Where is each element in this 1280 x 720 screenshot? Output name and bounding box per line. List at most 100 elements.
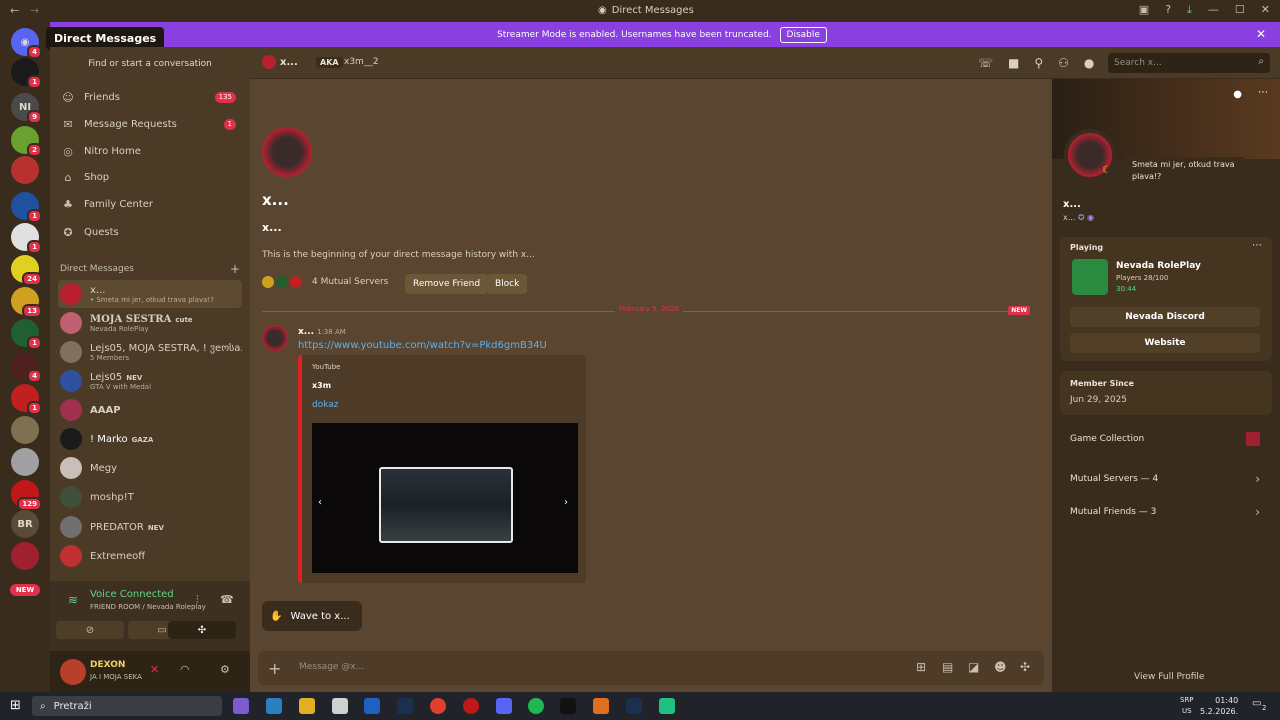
server-icon[interactable]	[11, 448, 39, 476]
server-icon[interactable]	[11, 542, 39, 570]
server-icon[interactable]	[11, 416, 39, 444]
nav-message-requests[interactable]: ✉ Message Requests 1	[58, 112, 242, 136]
nav-nitro-home[interactable]: ◎ Nitro Home	[58, 139, 242, 163]
steam-icon[interactable]	[397, 698, 413, 714]
add-friend-icon[interactable]: ●	[1233, 89, 1242, 100]
view-full-profile-link[interactable]: View Full Profile	[1134, 672, 1204, 682]
server-icon[interactable]: 1	[11, 319, 42, 350]
create-dm-icon[interactable]: +	[230, 262, 240, 276]
message-author[interactable]: x...	[298, 327, 314, 337]
user-avatar[interactable]	[60, 659, 86, 685]
message-input[interactable]: Message @x...	[299, 662, 364, 672]
dm-item[interactable]: ! Marko GAZA	[58, 425, 242, 453]
noise-suppression-icon[interactable]: ⫶	[196, 593, 199, 607]
disconnect-icon[interactable]: ☎	[220, 593, 234, 606]
server-icon[interactable]: BR	[11, 510, 39, 538]
dm-item[interactable]: Megy	[58, 454, 242, 482]
block-button[interactable]: Block	[487, 274, 528, 294]
forward-arrow-icon[interactable]: →	[30, 4, 39, 17]
clock[interactable]: 01:40 5.2.2026.	[1200, 695, 1238, 717]
mutual-servers[interactable]: 4 Mutual Servers	[262, 276, 388, 288]
disable-streamer-mode-button[interactable]: Disable	[779, 26, 827, 43]
server-icon[interactable]: 4	[11, 352, 42, 383]
windows-start-icon[interactable]: ⊞	[10, 698, 21, 713]
mutual-friends-row[interactable]: Mutual Friends — 3 ›	[1070, 505, 1260, 519]
dm-item[interactable]: PREDATOR NEV	[58, 513, 242, 541]
video-call-icon[interactable]: ■	[1008, 56, 1019, 70]
search-input[interactable]: Search x... ⌕	[1108, 53, 1270, 73]
server-icon[interactable]: 1	[11, 384, 42, 415]
tiktok-icon[interactable]	[560, 698, 576, 714]
server-icon[interactable]: 2	[11, 126, 42, 157]
discord-taskbar-icon[interactable]	[496, 698, 512, 714]
new-unreads-pill[interactable]: NEW	[10, 584, 40, 596]
message-avatar[interactable]	[262, 325, 288, 351]
edge-icon[interactable]	[266, 698, 282, 714]
server-icon[interactable]: 1	[11, 58, 42, 89]
outlook-icon[interactable]	[364, 698, 380, 714]
copilot-icon[interactable]	[233, 698, 249, 714]
dm-item[interactable]: Lejs05 NEV GTA V with Medal	[58, 367, 242, 395]
file-explorer-icon[interactable]	[299, 698, 315, 714]
headphones-icon[interactable]: ◠	[180, 663, 190, 676]
dm-item[interactable]: x... • Smeta mi jer, otkud trava plava!?	[58, 280, 242, 308]
wave-button[interactable]: ✋ Wave to x...	[262, 601, 362, 631]
inbox-icon[interactable]: ▣	[1139, 3, 1149, 17]
close-window-button[interactable]: ✕	[1261, 3, 1270, 17]
server-icon[interactable]: 1	[11, 223, 42, 254]
camera-off-button[interactable]: ⊘	[56, 621, 124, 639]
minimize-button[interactable]: —	[1208, 3, 1219, 17]
pin-icon[interactable]: ⚲	[1034, 56, 1043, 70]
opera-icon[interactable]	[463, 698, 479, 714]
add-attachment-icon[interactable]: +	[268, 659, 281, 678]
voice-channel[interactable]: FRIEND ROOM / Nevada Roleplay	[90, 603, 206, 611]
more-options-icon[interactable]: ⋯	[1252, 240, 1262, 251]
language-indicator[interactable]: SRP US	[1180, 695, 1194, 717]
mute-icon[interactable]: ✕	[150, 663, 159, 676]
activities-button[interactable]: ✣	[168, 621, 236, 639]
nav-friends[interactable]: ☺ Friends 135	[58, 85, 242, 109]
settings-gear-icon[interactable]: ⚙	[220, 663, 230, 676]
apps-icon[interactable]: ✣	[1020, 660, 1030, 674]
user-profile-icon[interactable]: ●	[1084, 56, 1094, 70]
server-icon[interactable]: 129	[11, 480, 42, 511]
game-collection-row[interactable]: Game Collection	[1070, 432, 1260, 446]
emoji-icon[interactable]: ☻	[994, 660, 1007, 674]
server-icon[interactable]: 13	[11, 287, 42, 318]
chrome-icon[interactable]	[430, 698, 446, 714]
gif-icon[interactable]: ▤	[942, 660, 953, 674]
mutual-servers-row[interactable]: Mutual Servers — 4 ›	[1070, 472, 1260, 486]
taskbar-search[interactable]: ⌕ Pretraži	[32, 696, 222, 716]
home-dm-button[interactable]: ◉ 4	[11, 28, 42, 59]
app-icon[interactable]	[593, 698, 609, 714]
add-friends-to-dm-icon[interactable]: ⚇	[1058, 56, 1069, 70]
download-icon[interactable]: ⤓	[1187, 3, 1192, 17]
back-arrow-icon[interactable]: ←	[10, 4, 19, 17]
more-options-icon[interactable]: ⋯	[1258, 87, 1268, 98]
nav-quests[interactable]: ✪ Quests	[58, 220, 242, 244]
gift-icon[interactable]: ⊞	[916, 660, 926, 674]
embed-description-link[interactable]: dokaz	[312, 400, 339, 410]
close-banner-icon[interactable]: ✕	[1256, 27, 1266, 41]
server-icon[interactable]: 24	[11, 255, 42, 286]
chevron-right-icon[interactable]: ›	[564, 497, 568, 508]
dm-item[interactable]: moshp!T	[58, 483, 242, 511]
voice-call-icon[interactable]: ☏	[978, 56, 993, 70]
help-icon[interactable]: ?	[1165, 3, 1171, 17]
nav-family-center[interactable]: ♣ Family Center	[58, 192, 242, 216]
dm-item[interactable]: MOJA SESTRA cute Nevada RolePlay	[58, 309, 242, 337]
spotify-icon[interactable]	[528, 698, 544, 714]
chevron-left-icon[interactable]: ‹	[318, 497, 322, 508]
video-player[interactable]: ‹ ›	[312, 423, 578, 573]
nevada-discord-button[interactable]: Nevada Discord	[1070, 307, 1260, 327]
app-icon[interactable]	[659, 698, 675, 714]
find-conversation-button[interactable]: Find or start a conversation	[58, 53, 242, 75]
steam-icon[interactable]	[626, 698, 642, 714]
website-button[interactable]: Website	[1070, 333, 1260, 353]
dm-item[interactable]: AAAP	[58, 396, 242, 424]
server-icon[interactable]: 1	[11, 192, 42, 223]
message-link[interactable]: https://www.youtube.com/watch?v=Pkd6gmB3…	[298, 340, 547, 351]
dm-item[interactable]: Extremeoff	[58, 542, 242, 570]
remove-friend-button[interactable]: Remove Friend	[405, 274, 489, 294]
nav-shop[interactable]: ⌂ Shop	[58, 165, 242, 189]
